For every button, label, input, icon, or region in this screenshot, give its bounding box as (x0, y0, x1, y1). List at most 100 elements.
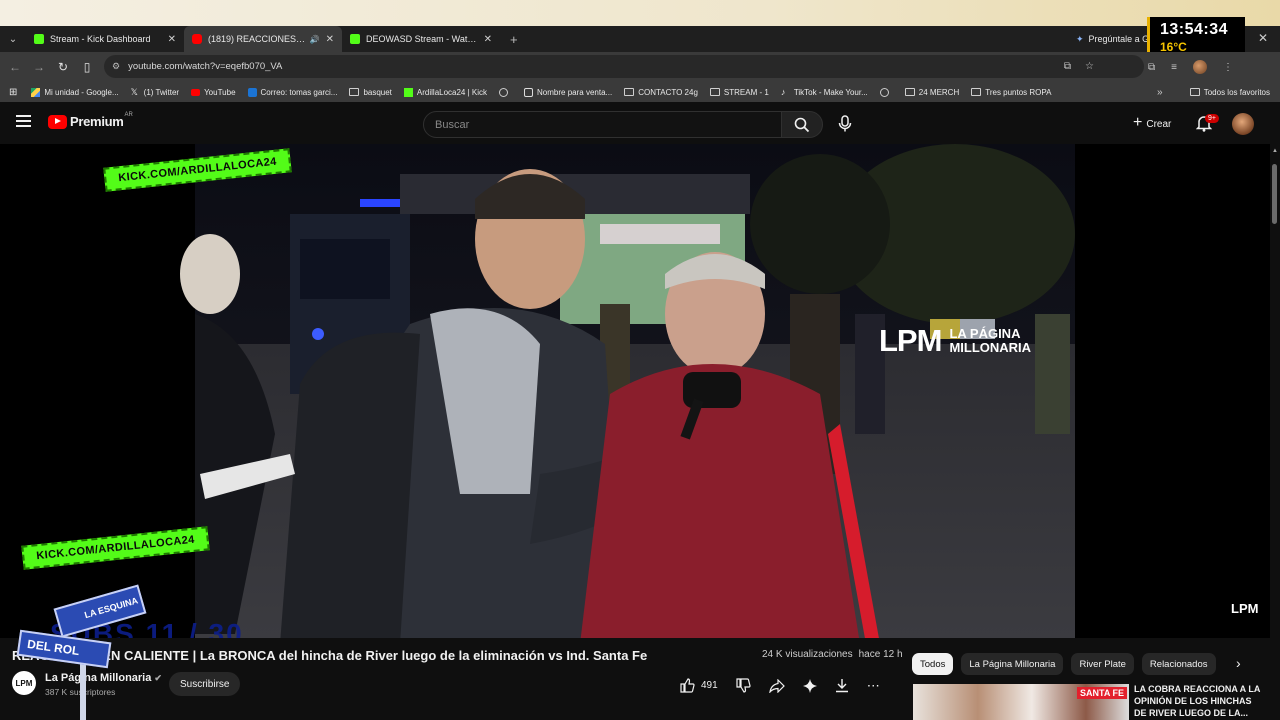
channel-name-text[interactable]: La Página Millonaria (45, 672, 151, 684)
page-scrollbar[interactable]: ▲ (1270, 144, 1280, 720)
video-actions: 491 ⋯ (680, 673, 880, 698)
chip-relacionados[interactable]: Relacionados (1141, 653, 1216, 675)
thumbnail-badge: SANTA FE (1077, 687, 1127, 699)
profile-avatar[interactable] (1192, 60, 1207, 74)
bookmark-star-icon[interactable]: ☆ (1085, 61, 1094, 72)
chevron-right-icon[interactable]: › (1236, 655, 1241, 671)
bookmark-youtube[interactable]: YouTube (191, 88, 236, 97)
bookmark-stream[interactable]: STREAM - 1 (709, 88, 769, 97)
create-button[interactable]: + Crear (1133, 114, 1171, 132)
related-filter-chips: Todos La Página Millonaria River Plate R… (912, 653, 1216, 675)
lpm-line-1: LA PÁGINA (949, 326, 1021, 341)
bookmark-label: 24 MERCH (918, 87, 960, 97)
download-icon[interactable] (835, 678, 849, 693)
channel-avatar[interactable]: LPM (12, 671, 36, 695)
search-button[interactable] (781, 111, 823, 138)
apps-icon[interactable]: ⊞ (9, 87, 17, 98)
drive-icon (31, 87, 41, 97)
bookmark-twitter[interactable]: 𝕏 (1) Twitter (131, 87, 179, 97)
account-avatar[interactable] (1232, 113, 1254, 135)
more-actions-icon[interactable]: ⋯ (867, 678, 880, 694)
folder-icon (349, 88, 360, 96)
bookmark-drive[interactable]: Mi unidad - Google... (31, 87, 119, 97)
scroll-up-icon[interactable]: ▲ (1272, 148, 1278, 154)
reload-icon[interactable]: ↻ (51, 60, 75, 74)
channel-avatar-text: LPM (15, 678, 33, 688)
folder-icon (624, 88, 635, 96)
upload-age: hace 12 h (858, 649, 903, 660)
url-text[interactable]: youtube.com/watch?v=eqefb070_VA (128, 61, 282, 72)
related-video-thumbnail[interactable]: SANTA FE (913, 684, 1129, 720)
like-count: 491 (701, 680, 718, 691)
bookmark-label: TikTok - Make Your... (793, 87, 868, 97)
close-icon[interactable]: ✕ (484, 34, 492, 45)
site-info-icon[interactable]: ⚙ (112, 61, 120, 72)
close-icon[interactable]: ✕ (326, 34, 334, 45)
all-bookmarks[interactable]: Todos los favoritos (1189, 88, 1270, 97)
logo-text: Premium (70, 114, 124, 129)
new-tab-button[interactable]: + (510, 32, 518, 47)
related-video-title[interactable]: LA COBRA REACCIONA A LA OPINIÓN DE LOS H… (1134, 683, 1266, 719)
like-button[interactable]: 491 (680, 678, 718, 693)
bookmark-globe[interactable] (499, 87, 512, 97)
verified-icon: ✔ (154, 673, 162, 683)
tab-title: (1819) REACCIONES EN CALIENTE (208, 34, 306, 44)
close-icon[interactable]: ✕ (168, 34, 176, 45)
youtube-logo[interactable]: Premium AR (48, 112, 133, 129)
bookmark-label: Mi unidad - Google... (44, 87, 119, 97)
video-meta: 24 K visualizaciones hace 12 h (762, 649, 903, 660)
hamburger-menu-icon[interactable] (16, 115, 31, 130)
speaker-icon[interactable]: 🔊 (310, 35, 320, 44)
notification-count-badge: 9+ (1205, 114, 1219, 123)
thumbs-down-icon[interactable] (736, 678, 751, 693)
window-close-icon[interactable]: ✕ (1258, 31, 1268, 45)
tab-kick-dashboard[interactable]: Stream - Kick Dashboard ✕ (26, 26, 184, 52)
bookmark-notion[interactable]: Nombre para venta... (524, 87, 613, 97)
lpm-wordmark: LA PÁGINA MILLONARIA (949, 327, 1031, 355)
microphone-icon[interactable] (838, 115, 852, 132)
subscribe-button[interactable]: Suscribirse (169, 672, 241, 696)
search-input[interactable]: Buscar (423, 111, 782, 138)
chip-todos[interactable]: Todos (912, 653, 954, 675)
tab-youtube-video[interactable]: (1819) REACCIONES EN CALIENTE 🔊 ✕ (184, 26, 342, 52)
search-placeholder: Buscar (435, 118, 470, 131)
bookmark-label: Correo: tomas garci... (260, 87, 338, 97)
bookmark-basquet[interactable]: basquet (349, 88, 392, 97)
youtube-icon (191, 88, 201, 96)
media-icon[interactable]: ≡ (1171, 62, 1177, 73)
youtube-icon (192, 34, 202, 44)
menu-icon[interactable]: ⋮ (1223, 62, 1233, 73)
bookmarks-overflow-icon[interactable]: » (1157, 87, 1163, 98)
folder-icon (1189, 88, 1200, 96)
bookmark-tiktok[interactable]: ♪ TikTok - Make Your... (781, 87, 868, 97)
bookmark-label: Nombre para venta... (537, 87, 613, 97)
lpm-corner-logo: LPM (1231, 601, 1259, 616)
tab-search-dropdown[interactable]: ⌄ (0, 34, 26, 45)
bookmark-merch[interactable]: 24 MERCH (904, 87, 960, 97)
install-app-icon[interactable]: ⧉ (1064, 61, 1071, 72)
ask-ai-sparkle-icon[interactable] (802, 678, 817, 693)
view-count: 24 K visualizaciones (762, 649, 853, 660)
bookmark-contacto[interactable]: CONTACTO 24g (624, 88, 698, 97)
notion-icon (524, 87, 534, 97)
address-bar[interactable]: ⚙ youtube.com/watch?v=eqefb070_VA ⧉ ☆ (104, 55, 1144, 78)
side-panel-icon[interactable]: ▯ (75, 60, 99, 74)
tab-deowasd-stream[interactable]: DEOWASD Stream - Watch Live ✕ (342, 26, 500, 52)
bookmark-kick[interactable]: ArdillaLoca24 | Kick (403, 87, 488, 97)
forward-icon[interactable]: → (27, 60, 51, 74)
share-icon[interactable] (768, 678, 785, 693)
channel-name[interactable]: La Página Millonaria ✔ (45, 672, 162, 684)
bookmark-ropa[interactable]: Tres puntos ROPA (971, 88, 1051, 97)
chip-channel[interactable]: La Página Millonaria (961, 653, 1064, 675)
globe-icon (879, 87, 889, 97)
bookmark-globe-2[interactable] (879, 87, 893, 97)
bookmark-label: ArdillaLoca24 | Kick (416, 87, 488, 97)
extensions-icon[interactable]: ⧉ (1148, 62, 1155, 73)
video-player[interactable]: KICK.COM/ARDILLALOCA24 SUBS 11 / 30 KICK… (0, 144, 1270, 638)
plus-icon: + (1133, 114, 1143, 131)
back-icon[interactable]: ← (3, 60, 27, 74)
chip-river-plate[interactable]: River Plate (1071, 653, 1134, 675)
scrollbar-thumb[interactable] (1272, 164, 1277, 224)
clock-time: 13:54:34 (1160, 21, 1229, 38)
bookmark-mail[interactable]: Correo: tomas garci... (247, 87, 338, 97)
